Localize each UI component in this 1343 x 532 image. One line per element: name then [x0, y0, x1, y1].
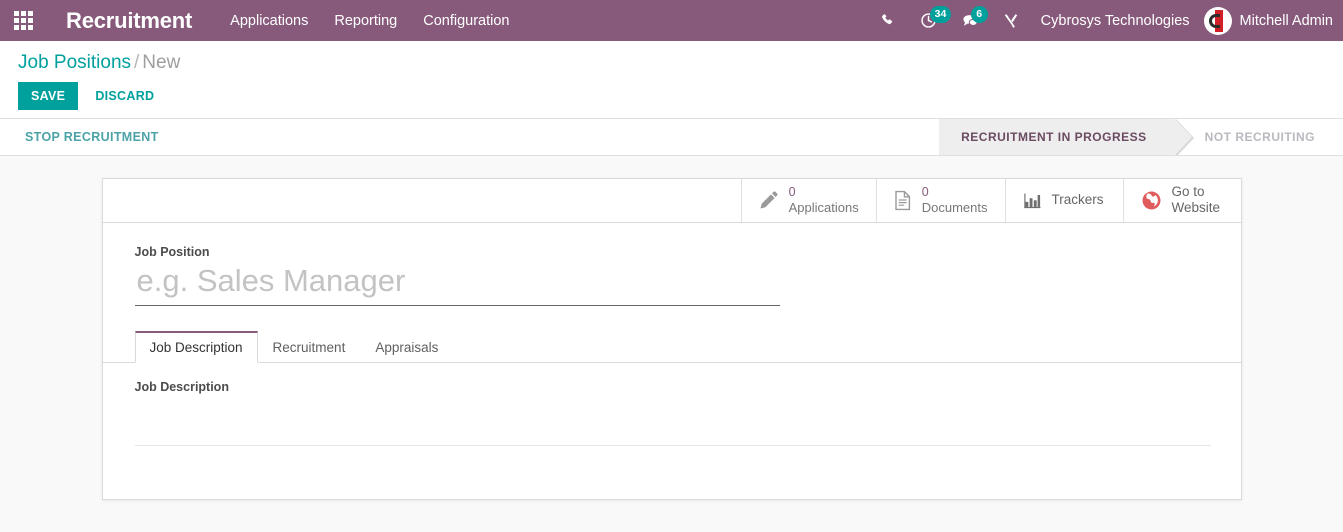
developer-tools-button[interactable]: [991, 0, 1031, 41]
stat-button-trackers[interactable]: Trackers: [1004, 178, 1123, 222]
stat-button-documents[interactable]: 0 Documents: [875, 178, 1005, 222]
stat-text: 0 Documents: [922, 185, 988, 215]
phone-icon: [881, 14, 892, 25]
tab-content-job-description: Job Description: [134, 363, 1211, 446]
tab-recruitment[interactable]: Recruitment: [258, 331, 361, 363]
breadcrumb-separator: /: [134, 52, 140, 73]
stat-button-box: 0 Applications 0 Documents Trackers Go t…: [102, 178, 1241, 223]
stat-label-go-to-website: Go to Website: [1171, 184, 1221, 216]
activity-menu-button[interactable]: 34: [908, 0, 952, 41]
breadcrumb: Job Positions / New: [18, 51, 1325, 75]
top-navbar: Recruitment Applications Reporting Confi…: [0, 0, 1343, 41]
stat-label-applications: Applications: [788, 199, 859, 215]
job-description-label: Job Description: [134, 379, 229, 394]
systray: 34 6 Cybrosys Technologies Mitchell Admi…: [869, 0, 1343, 41]
stat-label-documents: Documents: [921, 199, 988, 215]
job-position-input[interactable]: [134, 260, 780, 306]
stat-button-applications[interactable]: 0 Applications: [740, 178, 876, 222]
save-button[interactable]: SAVE: [18, 81, 79, 110]
form-sheet: 0 Applications 0 Documents Trackers Go t…: [101, 177, 1242, 500]
form-body: Job Position Job Description Recruitment…: [102, 223, 1241, 446]
stat-value-applications: 0: [788, 185, 796, 200]
discard-button[interactable]: DISCARD: [84, 82, 165, 110]
apps-grid-icon: [13, 11, 33, 30]
status-bar-actions: STOP RECRUITMENT: [0, 119, 159, 155]
phone-button[interactable]: [869, 0, 908, 41]
breadcrumb-current-new: New: [142, 52, 181, 73]
app-brand-title[interactable]: Recruitment: [66, 8, 192, 34]
menu-item-configuration[interactable]: Configuration: [423, 11, 509, 31]
status-bar-stages: RECRUITMENT IN PROGRESS NOT RECRUITING: [939, 118, 1343, 155]
breadcrumb-parent-job-positions[interactable]: Job Positions: [18, 52, 131, 73]
stat-text: Trackers: [1052, 192, 1104, 208]
stage-not-recruiting[interactable]: NOT RECRUITING: [1175, 119, 1343, 155]
tab-appraisals[interactable]: Appraisals: [360, 331, 453, 363]
job-position-label: Job Position: [134, 244, 210, 259]
messaging-count-badge: 6: [970, 6, 988, 23]
form-view-background: 0 Applications 0 Documents Trackers Go t…: [0, 155, 1343, 532]
stat-button-go-to-website[interactable]: Go to Website: [1122, 178, 1241, 222]
stage-recruitment-in-progress[interactable]: RECRUITMENT IN PROGRESS: [939, 118, 1194, 155]
menu-item-reporting[interactable]: Reporting: [334, 11, 397, 31]
job-description-editor[interactable]: [134, 398, 1211, 446]
stat-text: Go to Website: [1172, 184, 1221, 216]
stat-label-trackers: Trackers: [1051, 192, 1104, 208]
stat-text: 0 Applications: [789, 185, 859, 215]
messaging-menu-button[interactable]: 6: [949, 0, 991, 41]
bar-chart-icon: [1023, 191, 1042, 210]
wrench-tools-icon: [1004, 13, 1017, 28]
apps-menu-toggle[interactable]: [0, 0, 46, 41]
control-panel-buttons: SAVE DISCARD: [18, 81, 1325, 110]
username-label: Mitchell Admin: [1239, 12, 1333, 29]
user-menu[interactable]: Mitchell Admin: [1203, 6, 1343, 35]
notebook: Job Description Recruitment Appraisals J…: [102, 330, 1241, 446]
notebook-tab-headers: Job Description Recruitment Appraisals: [102, 330, 1241, 363]
stop-recruitment-button[interactable]: STOP RECRUITMENT: [25, 130, 159, 144]
avatar: [1203, 6, 1232, 35]
menu-item-applications[interactable]: Applications: [230, 11, 308, 31]
pencil-icon: [759, 190, 779, 210]
status-bar: STOP RECRUITMENT RECRUITMENT IN PROGRESS…: [0, 118, 1343, 156]
company-switcher[interactable]: Cybrosys Technologies: [1031, 13, 1204, 29]
control-panel: Job Positions / New SAVE DISCARD: [0, 41, 1343, 119]
globe-icon: [1141, 190, 1162, 211]
document-icon: [894, 190, 912, 211]
main-menu: Applications Reporting Configuration: [230, 11, 509, 31]
tab-job-description[interactable]: Job Description: [134, 330, 258, 363]
stat-value-documents: 0: [921, 185, 929, 200]
